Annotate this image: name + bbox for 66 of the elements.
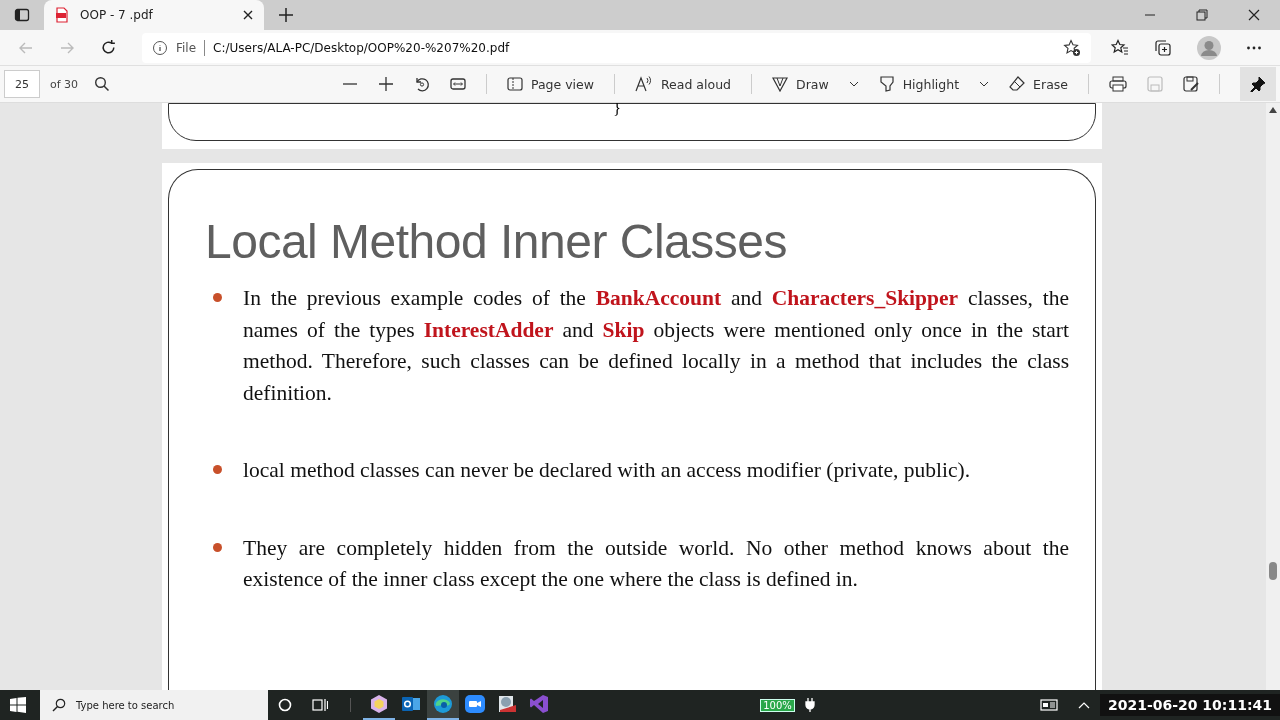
info-icon	[152, 39, 168, 56]
pin-toolbar-button[interactable]	[1240, 67, 1276, 101]
url-text: C:/Users/ALA-PC/Desktop/OOP%20-%207%20.pdf	[213, 40, 510, 55]
eraser-icon	[1009, 76, 1026, 92]
add-favorite-icon[interactable]	[1063, 38, 1081, 57]
collections-icon[interactable]	[1154, 38, 1172, 57]
zoom-in-icon[interactable]	[377, 76, 394, 92]
read-aloud-button[interactable]: Read aloud	[634, 76, 731, 92]
save-as-icon[interactable]	[1183, 76, 1199, 92]
new-tab-icon[interactable]	[278, 7, 294, 23]
search-icon	[52, 698, 66, 712]
mail-app-icon	[401, 694, 421, 714]
browser-tab[interactable]: OOP - 7 .pdf	[44, 0, 264, 30]
pin-icon	[1250, 76, 1266, 92]
chevron-up-icon[interactable]	[1077, 700, 1090, 710]
browser-app-icon	[433, 694, 453, 714]
page-number-field[interactable]: 25	[4, 70, 40, 98]
search-icon[interactable]	[94, 76, 111, 92]
code-fragment: }	[613, 104, 621, 119]
tab-actions-icon	[14, 7, 30, 23]
scrollbar[interactable]	[1266, 103, 1280, 690]
erase-button[interactable]: Erase	[1009, 76, 1068, 92]
scanner-app-icon	[497, 694, 517, 714]
highlighter-icon	[878, 76, 895, 92]
slide-title: Local Method Inner Classes	[205, 214, 788, 269]
caret-icon[interactable]	[848, 79, 859, 89]
print-icon[interactable]	[1109, 76, 1127, 92]
file-label: File	[176, 40, 197, 55]
close-icon[interactable]	[242, 9, 254, 21]
scrollbar-thumb[interactable]	[1269, 562, 1277, 580]
restore-icon[interactable]	[1196, 9, 1208, 21]
favorites-icon[interactable]	[1111, 38, 1129, 57]
page-view-button[interactable]: Page view	[506, 76, 594, 92]
bullet-icon	[213, 465, 222, 474]
page-total: of 30	[50, 77, 79, 91]
ide-app-icon	[529, 694, 549, 714]
clock[interactable]: 2021-06-20 10:11:41	[1099, 694, 1280, 716]
bullet-icon	[213, 542, 222, 552]
highlight-button[interactable]: Highlight	[878, 76, 960, 92]
pdf-file-icon	[54, 7, 70, 23]
bullet-text: In the previous example codes of the BankAccount and Characters_Skipper classes, the names of the types InterestAdder and Skip objects were mentioned only once in the start method. Therefore, such classes can be defined locally in a method that includes the class definition.	[243, 285, 1069, 407]
search-placeholder: Type here to search	[76, 699, 175, 711]
scroll-up-icon[interactable]	[1269, 107, 1277, 113]
fit-width-icon[interactable]	[449, 76, 466, 92]
cortana-icon[interactable]	[278, 698, 292, 712]
tab-title: OOP - 7 .pdf	[80, 8, 154, 22]
news-icon[interactable]	[1039, 698, 1058, 712]
profile-avatar-icon[interactable]	[1197, 35, 1221, 60]
pen-icon	[772, 76, 788, 92]
taskbar-search-field[interactable]: Type here to search	[40, 690, 268, 720]
read-aloud-icon	[634, 76, 653, 92]
start-icon[interactable]	[10, 697, 26, 713]
refresh-icon[interactable]	[100, 39, 117, 56]
rotate-icon[interactable]	[413, 76, 430, 92]
bullet-text: local method classes can never be declared with an access modifier (private, public).	[243, 457, 972, 484]
task-view-icon[interactable]	[312, 698, 328, 712]
address-field[interactable]: File C:/Users/ALA-PC/Desktop/OOP%20-%207%20.pdf	[142, 32, 1091, 63]
cube-app-icon	[369, 694, 389, 714]
bullet-icon	[213, 293, 222, 302]
page-view-icon	[506, 76, 523, 92]
draw-button[interactable]: Draw	[772, 76, 829, 92]
plug-icon[interactable]	[804, 698, 815, 712]
caret-icon[interactable]	[979, 79, 990, 89]
close-icon[interactable]	[1248, 9, 1260, 21]
video-camera-app-icon	[465, 694, 485, 714]
bullet-text: They are completely hidden from the outside world. No other method knows about the existence of the inner class except the one where the class is defined in.	[243, 534, 1069, 593]
